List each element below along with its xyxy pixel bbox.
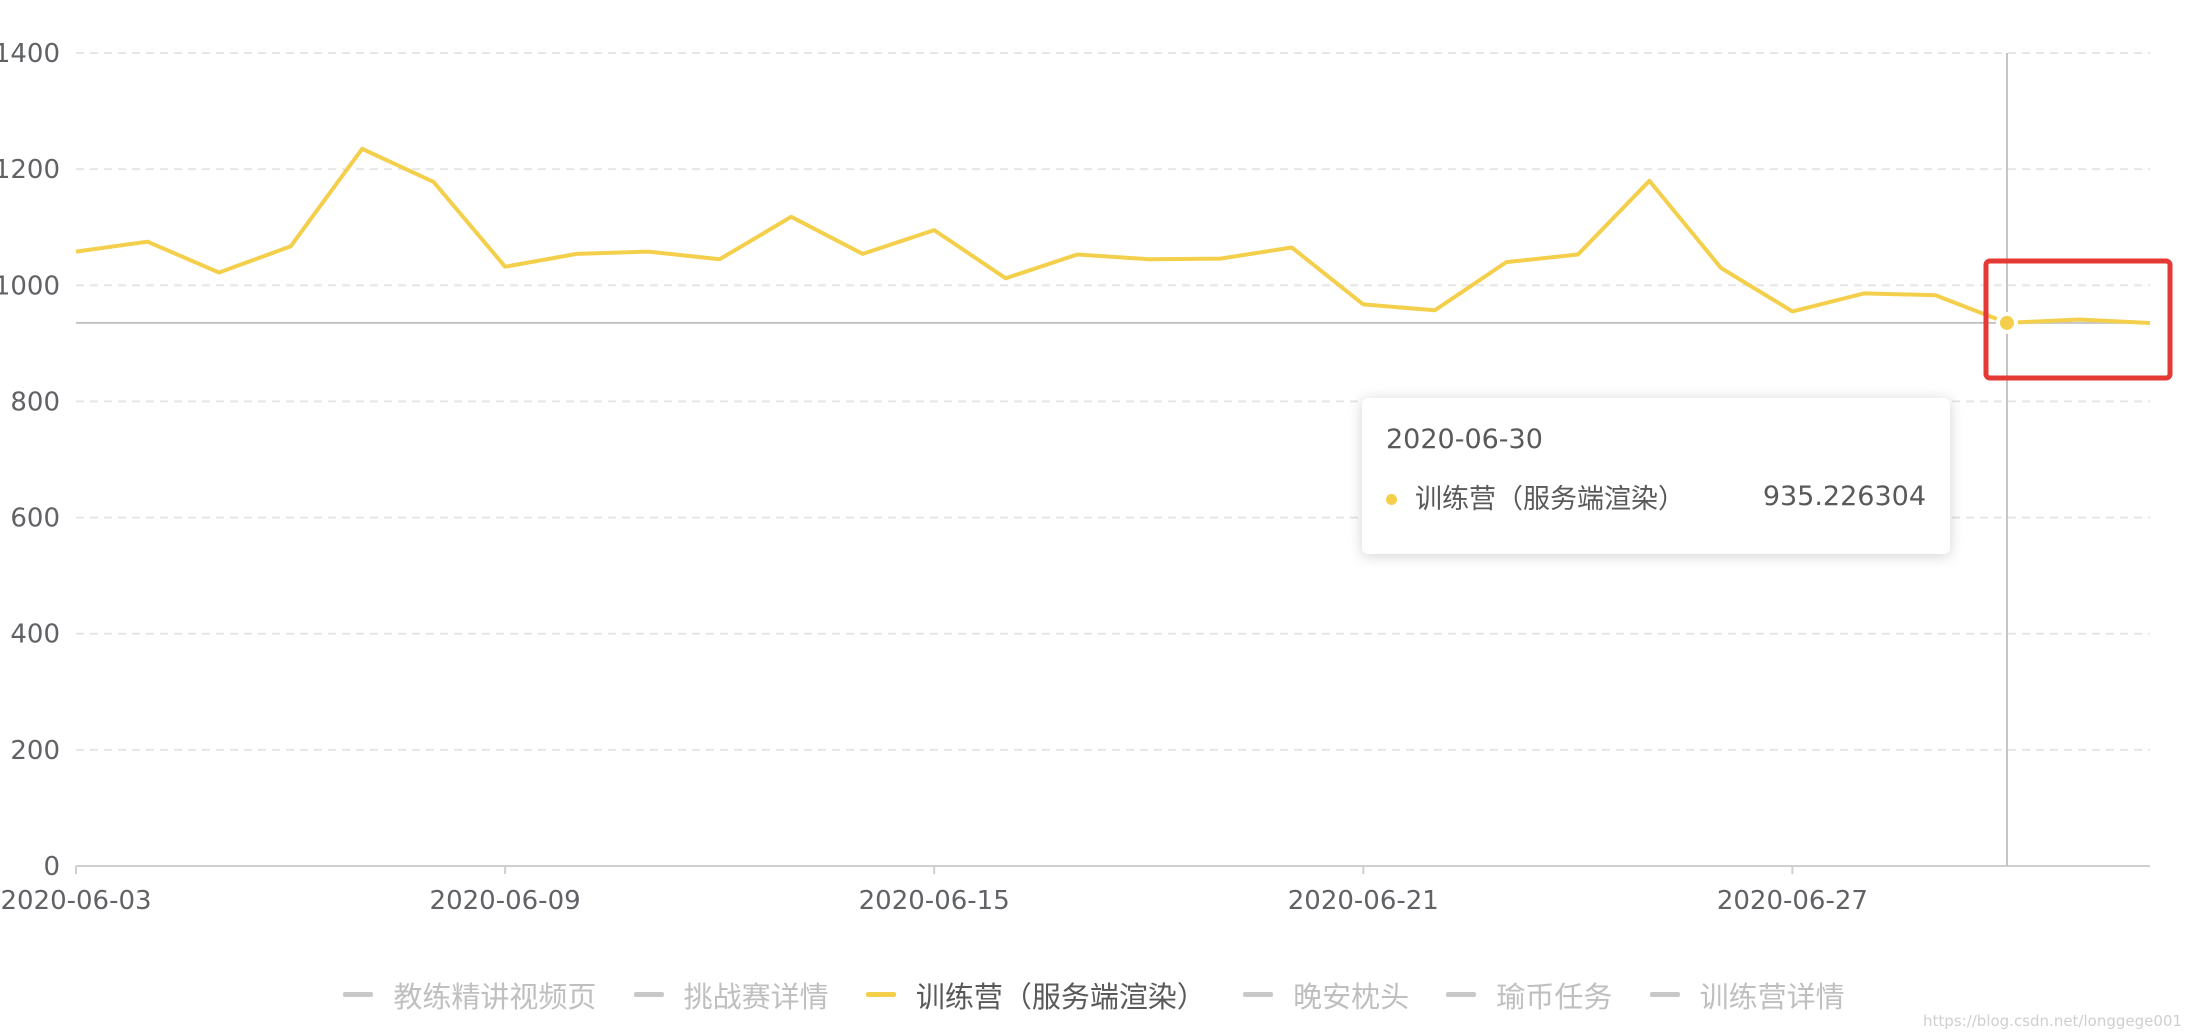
tooltip-row: 训练营（服务端渲染） 935.226304 bbox=[1386, 477, 1926, 516]
legend-item-0[interactable]: 教练精讲视频页 bbox=[343, 974, 596, 1016]
legend-item-4[interactable]: 瑜币任务 bbox=[1446, 974, 1612, 1016]
hover-point bbox=[1995, 311, 2018, 334]
y-tick-label: 1200 bbox=[0, 155, 60, 185]
legend-item-1[interactable]: 挑战赛详情 bbox=[633, 974, 829, 1016]
y-tick-label: 1400 bbox=[0, 39, 60, 69]
legend-label: 挑战赛详情 bbox=[683, 979, 829, 1014]
legend-line-icon bbox=[1649, 992, 1680, 997]
x-tick-label: 2020-06-09 bbox=[430, 886, 581, 916]
legend-item-5[interactable]: 训练营详情 bbox=[1649, 974, 1845, 1016]
legend-label: 晚安枕头 bbox=[1293, 979, 1410, 1014]
tooltip-title: 2020-06-30 bbox=[1386, 424, 1543, 455]
legend-label: 瑜币任务 bbox=[1496, 979, 1613, 1014]
watermark: https://blog.csdn.net/longgege001 bbox=[1923, 1012, 2182, 1030]
legend-line-icon bbox=[865, 992, 896, 997]
legend-line-icon bbox=[343, 992, 374, 997]
y-axis-tick-labels: 0 200 400 600 800 1000 1200 1400 bbox=[0, 39, 60, 882]
x-tick-label: 2020-06-03 bbox=[0, 886, 151, 916]
legend-label: 训练营（服务端渲染） bbox=[915, 979, 1206, 1014]
tooltip-series-dot bbox=[1386, 494, 1397, 505]
x-tick-label: 2020-06-21 bbox=[1288, 886, 1439, 916]
y-tick-label: 200 bbox=[10, 736, 60, 766]
series-line bbox=[75, 146, 2151, 325]
legend-item-3[interactable]: 晚安枕头 bbox=[1243, 974, 1409, 1016]
x-axis-ticks: 2020-06-03 2020-06-09 2020-06-15 2020-06-21… bbox=[0, 866, 1868, 916]
y-tick-label: 1000 bbox=[0, 271, 60, 301]
legend-item-2[interactable]: 训练营（服务端渲染） bbox=[865, 974, 1206, 1016]
tooltip-value: 935.226304 bbox=[1762, 481, 1926, 512]
legend: 教练精讲视频页 挑战赛详情 训练营（服务端渲染） 晚安枕头 瑜币任务 训练营详情 bbox=[0, 970, 2188, 1016]
legend-label: 训练营详情 bbox=[1699, 979, 1845, 1014]
y-tick-label: 600 bbox=[10, 504, 60, 534]
y-tick-label: 0 bbox=[43, 852, 60, 882]
legend-label: 教练精讲视频页 bbox=[393, 979, 597, 1014]
legend-line-icon bbox=[633, 992, 664, 997]
tooltip-series-name: 训练营（服务端渲染） bbox=[1415, 484, 1685, 515]
x-tick-label: 2020-06-15 bbox=[859, 886, 1010, 916]
legend-line-icon bbox=[1446, 992, 1477, 997]
tooltip: 2020-06-30 训练营（服务端渲染） 935.226304 bbox=[1362, 398, 1950, 554]
x-tick-label: 2020-06-27 bbox=[1717, 886, 1868, 916]
series-group bbox=[75, 146, 2151, 334]
legend-line-icon bbox=[1243, 992, 1274, 997]
y-tick-label: 400 bbox=[10, 620, 60, 650]
y-tick-label: 800 bbox=[10, 387, 60, 417]
